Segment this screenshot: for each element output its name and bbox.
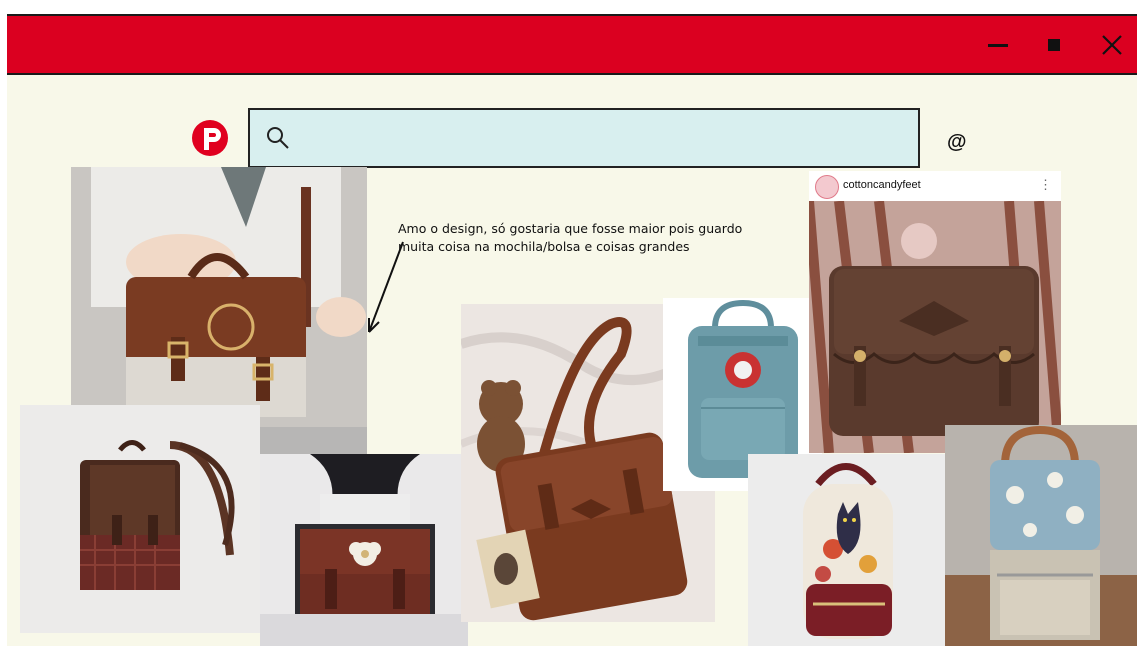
search-icon[interactable] [264,124,292,152]
instagram-post-header: cottoncandyfeet ⋮ [809,171,1061,201]
instagram-avatar[interactable] [815,175,839,199]
pinterest-logo-icon[interactable] [190,118,230,158]
photo-flower-satchel[interactable] [260,454,468,646]
comment-note: Amo o design, só gostaria que fosse maio… [398,221,743,254]
photo-floral-canvas-backpack[interactable] [945,425,1137,646]
search-input[interactable] [304,118,908,160]
instagram-username[interactable]: cottoncandyfeet [843,179,921,191]
more-options-icon[interactable]: ⋮ [1039,177,1052,193]
arrow-icon [359,240,409,340]
photo-plaid-backpack[interactable] [20,405,260,633]
photo-cat-mini-backpack[interactable] [748,454,945,646]
close-icon[interactable] [1095,28,1129,62]
moodboard-canvas: @ cottoncandyfeet ⋮ Amo o design, só gos… [7,14,1137,646]
title-bar [7,14,1137,75]
maximize-icon[interactable] [1037,28,1071,62]
at-symbol[interactable]: @ [947,131,967,154]
search-bar[interactable] [248,108,920,168]
photo-instagram-bow-satchel[interactable]: cottoncandyfeet ⋮ [809,171,1061,453]
minimize-icon[interactable] [981,28,1015,62]
